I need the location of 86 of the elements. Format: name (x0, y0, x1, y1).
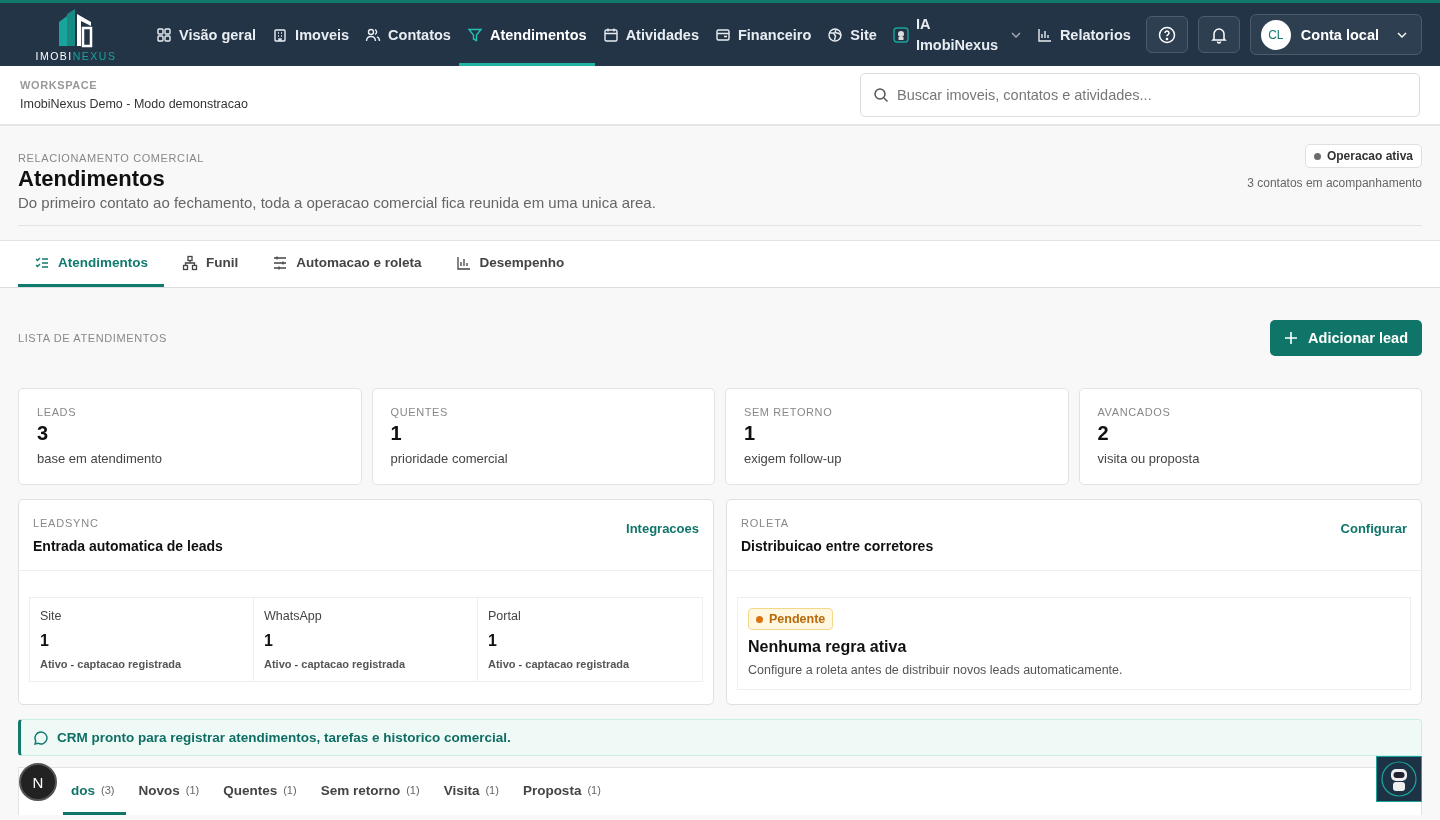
channel-count: 1 (40, 632, 50, 650)
stat-value: 1 (744, 422, 757, 445)
add-lead-button[interactable]: Adicionar lead (1270, 320, 1422, 356)
channel-name: Portal (488, 609, 522, 623)
stat-caption: exigem follow-up (744, 451, 843, 466)
bell-icon (1209, 25, 1228, 44)
workspace-label: WORKSPACE (20, 79, 99, 91)
contacts-summary: 3 contatos em acompanhamento (1247, 176, 1422, 190)
search-icon (873, 87, 889, 103)
channel-status: Ativo - captacao registrada (488, 658, 631, 670)
help-button[interactable] (1145, 16, 1188, 53)
chevron-down-icon (1397, 31, 1407, 38)
search-field[interactable]: Buscar imoveis, contatos e atividades... (860, 73, 1420, 117)
grid-icon (156, 26, 172, 43)
stat-label: AVANCADOS (1097, 406, 1172, 418)
channel-name: Site (40, 609, 63, 623)
stat-label: QUENTES (390, 406, 449, 418)
stat-label: SEM RETORNO (744, 406, 834, 418)
list-title: LISTA DE ATENDIMENTOS (18, 332, 167, 344)
channel-status: Ativo - captacao registrada (264, 658, 407, 670)
integrations-link[interactable]: Integracoes (626, 520, 699, 536)
filter-tab[interactable]: Visita (1) (431, 768, 511, 815)
chart-icon (455, 254, 472, 271)
avatar: CL (1260, 19, 1291, 50)
robot-icon (892, 26, 909, 43)
pending-badge: Pendente (748, 608, 834, 630)
notifications-button[interactable] (1197, 16, 1240, 53)
account-name: Conta local (1300, 26, 1379, 43)
status-badge: Operacao ativa (1304, 144, 1422, 168)
building-icon (272, 26, 289, 43)
channel-count: 1 (264, 632, 274, 650)
channel-name: WhatsApp (264, 609, 323, 623)
nav-item[interactable]: Atividades (594, 3, 707, 66)
calendar-icon (602, 26, 619, 43)
assistant-button[interactable] (1376, 756, 1422, 802)
channel-status: Ativo - captacao registrada (40, 658, 183, 670)
nav-item[interactable]: Site (819, 3, 885, 66)
filter-tab[interactable]: Proposta (1) (510, 768, 613, 815)
chevron-down-icon (1010, 31, 1021, 38)
panel-eyebrow: LEADSYNC (33, 516, 100, 529)
panel-title: Entrada automatica de leads (33, 537, 223, 554)
nav-item[interactable]: Relatorios (1028, 3, 1139, 66)
chart-icon (1036, 26, 1053, 43)
alert-text: CRM pronto para registrar atendimentos, tarefas e historico comercial. (57, 730, 511, 745)
nav-item[interactable]: IA ImobiNexus (884, 3, 1029, 66)
filter-tab[interactable]: dos (3) (63, 768, 127, 815)
globe-icon (827, 26, 844, 43)
nav-item[interactable]: Imoveis (264, 3, 358, 66)
rule-title: Nenhuma regra ativa (748, 638, 907, 656)
sliders-icon (272, 254, 289, 271)
rule-text: Configure a roleta antes de distribuir novos leads automaticamente. (748, 663, 1123, 677)
stat-caption: visita ou proposta (1097, 451, 1201, 466)
nav-item[interactable]: Contatos (357, 3, 459, 66)
filter-icon (466, 26, 483, 43)
stat-value: 1 (390, 422, 403, 445)
users-icon (365, 26, 382, 43)
tab[interactable]: Atendimentos (18, 241, 164, 287)
workspace-name: ImobiNexus Demo - Modo demonstracao (20, 97, 248, 111)
configure-link[interactable]: Configurar (1340, 520, 1407, 536)
stat-value: 2 (1097, 422, 1110, 445)
plus-icon (1284, 331, 1299, 345)
tab[interactable]: Funil (166, 241, 255, 287)
tree-icon (182, 254, 198, 271)
nav-item[interactable]: Visão geral (148, 3, 265, 66)
page-title: Atendimentos (18, 166, 166, 192)
help-icon (1157, 25, 1176, 44)
stat-value: 3 (37, 422, 50, 445)
channel-count: 1 (488, 632, 498, 650)
filter-tab[interactable]: Novos (1) (126, 768, 212, 815)
filter-tab[interactable]: Sem retorno (1) (308, 768, 432, 815)
chat-bubble-icon (33, 729, 49, 746)
wallet-icon (714, 26, 731, 43)
section-eyebrow: RELACIONAMENTO COMERCIAL (18, 152, 205, 164)
stat-caption: prioridade comercial (390, 451, 509, 466)
nav-item[interactable]: Financeiro (706, 3, 820, 66)
robot-icon (1380, 760, 1418, 798)
stat-label: LEADS (37, 406, 78, 418)
panel-eyebrow: ROLETA (741, 516, 790, 529)
filter-tab[interactable]: Quentes (1) (211, 768, 309, 815)
tab[interactable]: Automacao e roleta (256, 241, 438, 287)
page-subtitle: Do primeiro contato ao fechamento, toda a operacao comercial fica reunida em uma unica area. (18, 194, 656, 211)
logo-wordmark: IMOBINEXUS (35, 49, 117, 62)
account-menu[interactable]: CL Conta local (1249, 14, 1422, 55)
panel-title: Distribuicao entre corretores (741, 537, 934, 554)
tab[interactable]: Desempenho (439, 241, 581, 287)
stat-caption: base em atendimento (37, 451, 164, 466)
